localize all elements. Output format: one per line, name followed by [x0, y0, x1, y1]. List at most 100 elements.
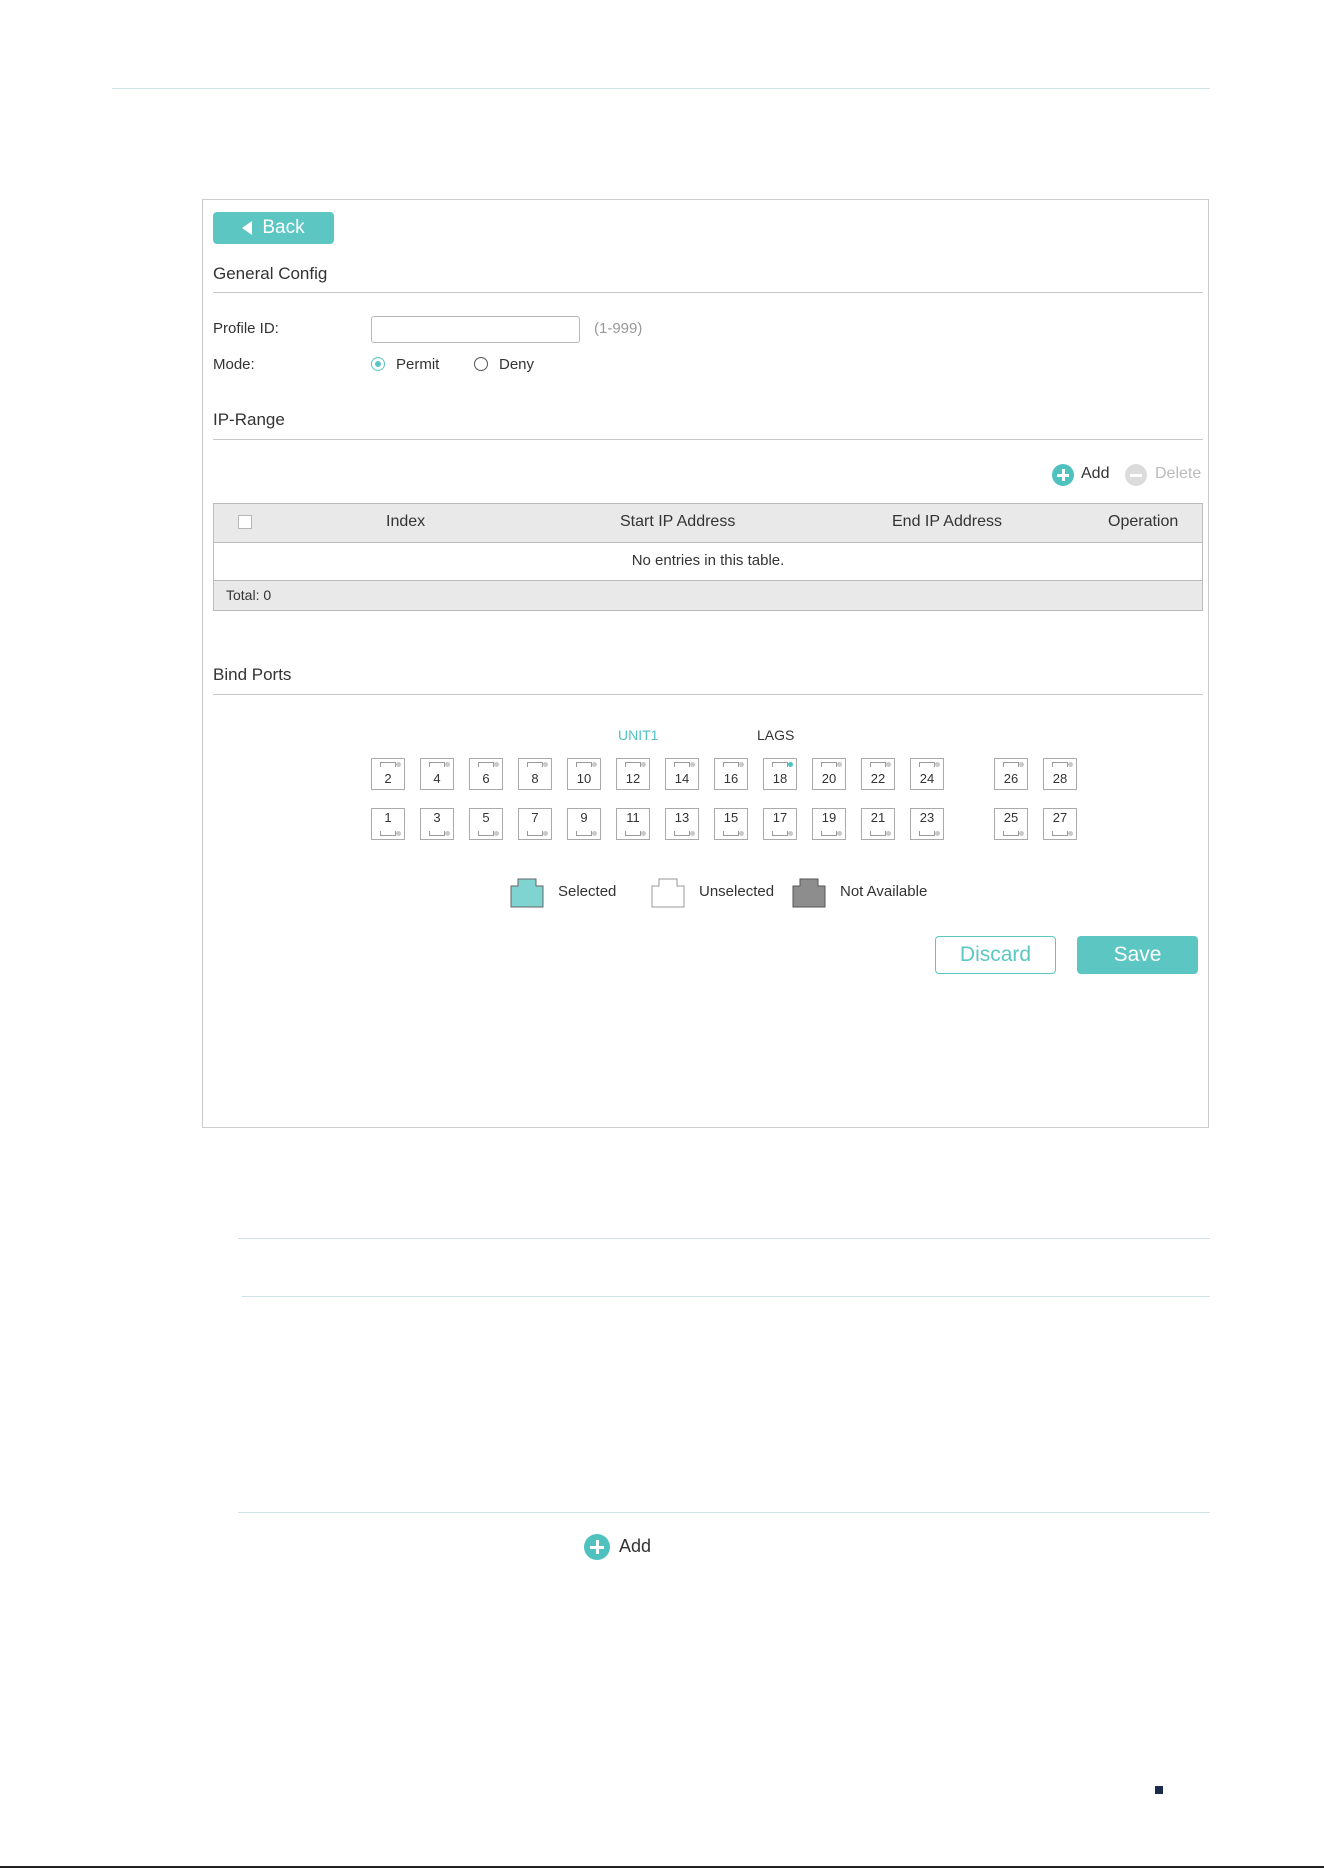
- port-notch: [380, 831, 396, 836]
- port-led: [788, 831, 793, 836]
- col-start-ip: Start IP Address: [620, 513, 736, 530]
- discard-button[interactable]: Discard: [935, 936, 1056, 974]
- port-5[interactable]: 5: [469, 808, 503, 840]
- port-notch: [723, 831, 739, 836]
- port-17[interactable]: 17: [763, 808, 797, 840]
- divider-3: [238, 1512, 1210, 1513]
- ip-range-rule: [213, 439, 1203, 440]
- port-16[interactable]: 16: [714, 758, 748, 790]
- port-27[interactable]: 27: [1043, 808, 1077, 840]
- port-notch: [919, 762, 935, 767]
- mode-label: Mode:: [213, 356, 255, 373]
- port-12[interactable]: 12: [616, 758, 650, 790]
- ip-range-table: Index Start IP Address End IP Address Op…: [213, 503, 1203, 611]
- port-number: 28: [1052, 771, 1068, 786]
- add-label[interactable]: Add: [619, 1536, 651, 1557]
- port-led: [1019, 831, 1024, 836]
- deny-radio[interactable]: [474, 357, 488, 371]
- port-1[interactable]: 1: [371, 808, 405, 840]
- page-marker: [1155, 1786, 1163, 1794]
- port-10[interactable]: 10: [567, 758, 601, 790]
- port-notch: [478, 831, 494, 836]
- permit-radio[interactable]: [371, 357, 385, 371]
- port-24[interactable]: 24: [910, 758, 944, 790]
- divider-1: [238, 1238, 1210, 1239]
- total-count: Total: 0: [226, 587, 272, 603]
- tab-lags[interactable]: LAGS: [757, 727, 794, 743]
- select-all-checkbox[interactable]: [238, 515, 252, 529]
- port-notch: [478, 762, 494, 767]
- port-notch: [1003, 831, 1019, 836]
- port-26[interactable]: 26: [994, 758, 1028, 790]
- port-notch: [821, 831, 837, 836]
- port-notch: [576, 831, 592, 836]
- port-number: 25: [1003, 810, 1019, 825]
- port-led: [592, 831, 597, 836]
- port-number: 22: [870, 771, 886, 786]
- port-led: [690, 831, 695, 836]
- port-23[interactable]: 23: [910, 808, 944, 840]
- delete-icon[interactable]: [1125, 464, 1147, 486]
- general-config-rule: [213, 292, 1203, 293]
- add-icon[interactable]: [584, 1534, 610, 1560]
- port-11[interactable]: 11: [616, 808, 650, 840]
- port-notch: [527, 831, 543, 836]
- bind-ports-title: Bind Ports: [213, 665, 292, 684]
- tab-unit1[interactable]: UNIT1: [618, 727, 658, 743]
- port-led: [592, 762, 597, 767]
- port-22[interactable]: 22: [861, 758, 895, 790]
- port-number: 27: [1052, 810, 1068, 825]
- port-21[interactable]: 21: [861, 808, 895, 840]
- port-number: 7: [531, 810, 539, 825]
- port-number: 5: [482, 810, 490, 825]
- port-notch: [625, 762, 641, 767]
- port-notch: [429, 831, 445, 836]
- port-13[interactable]: 13: [665, 808, 699, 840]
- port-18[interactable]: 18: [763, 758, 797, 790]
- port-notch: [870, 762, 886, 767]
- add-button[interactable]: Add: [1081, 465, 1109, 483]
- port-3[interactable]: 3: [420, 808, 454, 840]
- port-number: 18: [772, 771, 788, 786]
- port-14[interactable]: 14: [665, 758, 699, 790]
- back-button[interactable]: Back: [213, 212, 334, 244]
- port-2[interactable]: 2: [371, 758, 405, 790]
- port-led: [690, 762, 695, 767]
- port-notch: [625, 831, 641, 836]
- port-20[interactable]: 20: [812, 758, 846, 790]
- port-notch: [576, 762, 592, 767]
- port-led: [396, 762, 401, 767]
- port-notch: [919, 831, 935, 836]
- port-9[interactable]: 9: [567, 808, 601, 840]
- add-icon[interactable]: [1052, 464, 1074, 486]
- profile-id-hint: (1-999): [594, 320, 643, 337]
- port-led: [886, 762, 891, 767]
- empty-message: No entries in this table.: [631, 552, 785, 569]
- port-led: [935, 831, 940, 836]
- acl-profile-panel: Back General Config Profile ID: (1-999) …: [202, 199, 1209, 1128]
- port-number: 26: [1003, 771, 1019, 786]
- port-4[interactable]: 4: [420, 758, 454, 790]
- port-28[interactable]: 28: [1043, 758, 1077, 790]
- permit-label: Permit: [396, 356, 440, 373]
- port-number: 19: [821, 810, 837, 825]
- port-25[interactable]: 25: [994, 808, 1028, 840]
- deny-label: Deny: [499, 356, 535, 373]
- port-led: [494, 762, 499, 767]
- port-led: [1068, 831, 1073, 836]
- port-led: [543, 762, 548, 767]
- port-19[interactable]: 19: [812, 808, 846, 840]
- port-notch: [674, 762, 690, 767]
- save-button[interactable]: Save: [1077, 936, 1198, 974]
- port-led: [788, 762, 793, 767]
- port-8[interactable]: 8: [518, 758, 552, 790]
- port-notch: [527, 762, 543, 767]
- port-15[interactable]: 15: [714, 808, 748, 840]
- profile-id-input[interactable]: [371, 316, 580, 343]
- col-operation: Operation: [1108, 513, 1179, 530]
- port-7[interactable]: 7: [518, 808, 552, 840]
- port-6[interactable]: 6: [469, 758, 503, 790]
- port-notch: [870, 831, 886, 836]
- selected-port-icon: [510, 878, 544, 908]
- delete-button[interactable]: Delete: [1155, 465, 1201, 483]
